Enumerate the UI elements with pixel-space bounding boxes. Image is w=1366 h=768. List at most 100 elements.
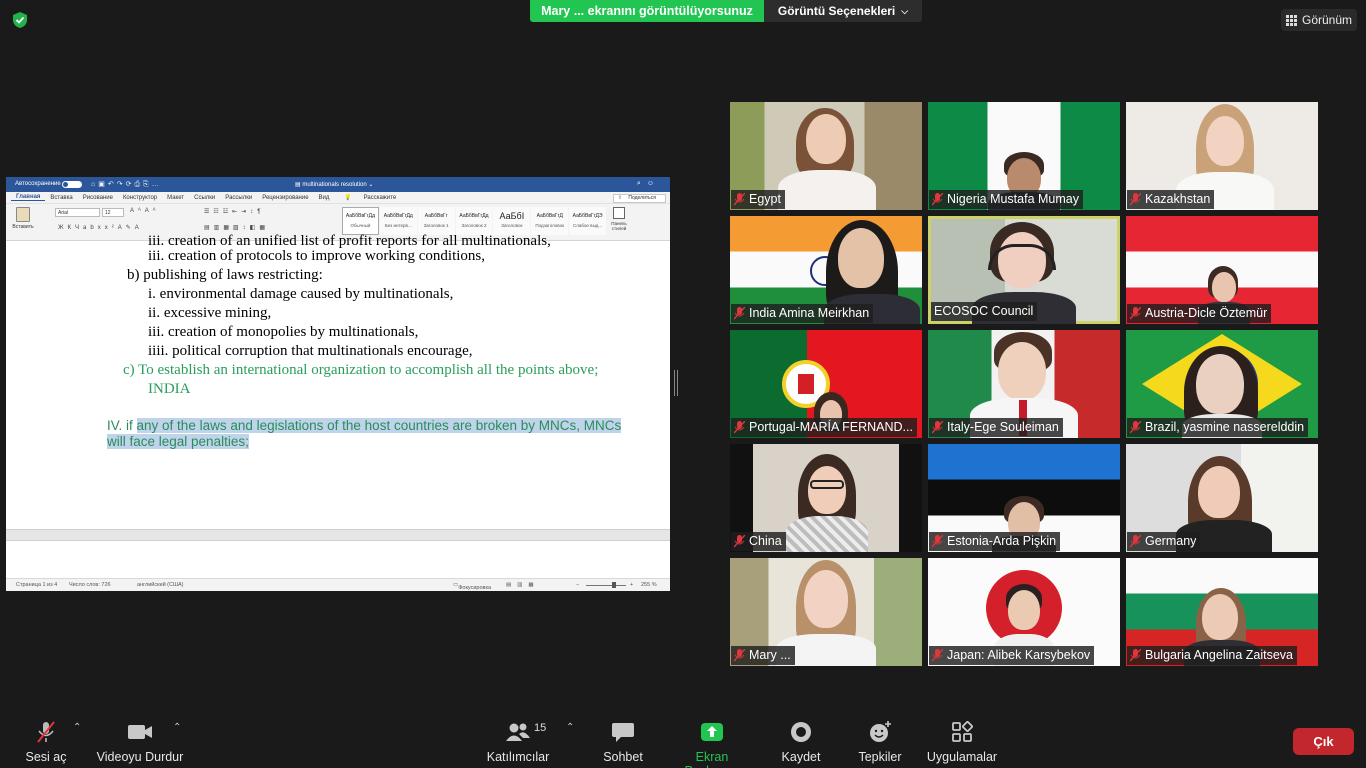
alignment-icons[interactable]: ▤▥▦▧↕◧▦ xyxy=(204,224,269,231)
reactions-label: Tepkiler xyxy=(858,750,902,764)
document-page-2[interactable] xyxy=(6,541,670,578)
font-size-select[interactable]: 12 xyxy=(102,208,124,217)
reactions-button[interactable]: Tepkiler xyxy=(856,720,904,764)
video-tile-china[interactable]: China xyxy=(730,444,922,552)
mic-muted-icon xyxy=(1130,649,1141,662)
styles-pane-icon xyxy=(613,207,625,219)
doc-line: i. environmental damage caused by multin… xyxy=(148,286,454,302)
tab-review[interactable]: Рецензирование xyxy=(257,195,313,201)
audio-options-caret[interactable]: ⌃ xyxy=(73,722,83,733)
style-preview: АаБбВвГгДЭ xyxy=(572,213,603,219)
participants-button[interactable]: 15 Katılımcılar xyxy=(484,720,552,764)
screen-share-banner: Mary ... ekranını görüntülüyorsunuz xyxy=(530,0,764,22)
chat-bubble-icon xyxy=(612,723,634,742)
apps-icon xyxy=(952,721,973,742)
zoom-in-icon[interactable]: + xyxy=(630,582,633,588)
share-screen-button[interactable]: Ekran Paylaşımı xyxy=(668,720,756,768)
video-tile-india[interactable]: India Amina Meirkhan xyxy=(730,216,922,324)
mic-muted-icon xyxy=(37,721,55,743)
mic-muted-icon xyxy=(734,535,745,548)
participants-options-caret[interactable]: ⌃ xyxy=(566,722,576,733)
video-options-caret[interactable]: ⌃ xyxy=(173,722,183,733)
video-tile-mary[interactable]: Mary ... xyxy=(730,558,922,666)
zoom-slider-thumb[interactable] xyxy=(612,582,616,588)
tab-layout[interactable]: Макет xyxy=(162,195,189,201)
doc-line-green: c) To establish an international organiz… xyxy=(123,362,599,378)
zoom-slider[interactable] xyxy=(586,585,626,586)
participant-name: India Amina Meirkhan xyxy=(749,306,870,320)
video-tile-estonia[interactable]: Estonia-Arda Pişkin xyxy=(928,444,1120,552)
word-share-button[interactable]: ⇪ Поделиться xyxy=(612,194,666,203)
shield-icon[interactable] xyxy=(11,11,29,29)
styles-pane-label: Панель стилей xyxy=(611,221,627,231)
font-name-select[interactable]: Arial xyxy=(55,208,100,217)
view-options-button[interactable]: Görüntü Seçenekleri ⌵ xyxy=(764,0,922,22)
style-no-spacing[interactable]: АаБбВвГгДд Без интерв... xyxy=(379,207,417,235)
style-title[interactable]: АаБбI Заголовок xyxy=(493,207,531,235)
text-style-icons[interactable]: ЖКЧabxx²A✎A xyxy=(58,224,143,231)
paste-label: Вставить xyxy=(12,224,34,230)
style-heading-2[interactable]: АаБбВвГгДд Заголовок 2 xyxy=(455,207,493,235)
video-tile-nigeria[interactable]: Nigeria Mustafa Mumay xyxy=(928,102,1120,210)
style-preview: АаБбВвГгДд xyxy=(459,213,489,219)
video-tile-germany[interactable]: Germany xyxy=(1126,444,1318,552)
view-layout-button[interactable]: Görünüm xyxy=(1281,9,1357,31)
style-subtitle[interactable]: АаБбВвГгД Подзаголовок xyxy=(531,207,569,235)
chat-button[interactable]: Sohbet xyxy=(601,720,645,764)
status-words: Число слов: 726 xyxy=(69,582,111,588)
styles-pane-button[interactable]: Панель стилей xyxy=(607,207,631,237)
focus-mode-button[interactable]: ▭ Фокусировка xyxy=(453,582,491,591)
video-tile-ecosoc-active-speaker[interactable]: ECOSOC Council xyxy=(928,216,1120,324)
record-label: Kaydet xyxy=(781,750,821,764)
participant-name: Italy-Ege Souleiman xyxy=(947,420,1059,434)
video-tile-italy[interactable]: Italy-Ege Souleiman xyxy=(928,330,1120,438)
zoom-out-icon[interactable]: − xyxy=(576,582,579,588)
participant-label: Egypt xyxy=(731,190,785,209)
style-subtle-emphasis[interactable]: АаБбВвГгДЭ Слабое выд... xyxy=(569,207,607,235)
tab-tell-me[interactable]: 💡 Расскажите xyxy=(334,194,406,201)
video-tile-brazil[interactable]: Brazil, yasmine nasserelddin xyxy=(1126,330,1318,438)
participants-icon xyxy=(506,723,530,741)
quick-access-icons[interactable]: ⌂▣↶↷⟳⎙⎘… xyxy=(91,180,162,189)
video-tile-egypt[interactable]: Egypt xyxy=(730,102,922,210)
shared-word-window[interactable]: Автосохранение ⌂▣↶↷⟳⎙⎘… ▤ multinationals… xyxy=(6,177,670,591)
video-tile-japan[interactable]: Japan: Alibek Karsybekov xyxy=(928,558,1120,666)
mic-muted-icon xyxy=(1130,193,1141,206)
apps-button[interactable]: Uygulamalar xyxy=(926,720,998,764)
list-icons[interactable]: ☰☷☳⇤⇥↕¶ xyxy=(204,208,264,215)
view-mode-icons[interactable]: ▤▥▦ xyxy=(506,582,540,588)
record-button[interactable]: Kaydet xyxy=(778,720,824,764)
autosave-toggle[interactable] xyxy=(62,181,82,188)
tab-draw[interactable]: Рисование xyxy=(78,195,118,201)
split-divider-handle[interactable] xyxy=(674,370,678,396)
tab-home[interactable]: Главная xyxy=(11,194,46,201)
mic-muted-icon xyxy=(932,193,943,206)
doc-line: b) publishing of laws restricting: xyxy=(127,267,323,283)
word-status-bar: Страница 1 из 4 Число слов: 726 английск… xyxy=(6,578,670,591)
title-right-icons[interactable]: ⌕☺ xyxy=(637,180,660,188)
tab-design[interactable]: Конструктор xyxy=(118,195,162,201)
paste-button[interactable]: Вставить xyxy=(10,207,36,237)
participant-name: China xyxy=(749,534,782,548)
video-tile-austria[interactable]: Austria-Dicle Öztemür xyxy=(1126,216,1318,324)
share-screen-icon xyxy=(701,723,723,741)
tab-references[interactable]: Ссылки xyxy=(189,195,220,201)
tab-insert[interactable]: Вставка xyxy=(45,195,77,201)
mic-muted-icon xyxy=(734,421,745,434)
document-page[interactable]: iii. creation of an unified list of prof… xyxy=(6,233,670,529)
leave-meeting-button[interactable]: Çık xyxy=(1293,728,1354,755)
tab-view[interactable]: Вид xyxy=(314,195,335,201)
stop-video-button[interactable]: Videoyu Durdur xyxy=(96,720,184,764)
style-normal[interactable]: АаБбВвГгДд Обычный xyxy=(342,207,379,235)
style-preview: АаБбВвГгДд xyxy=(383,213,413,219)
font-format-icons[interactable]: AᴬAᴬ xyxy=(130,208,159,214)
video-tile-portugal[interactable]: Portugal-MARÍA FERNAND... xyxy=(730,330,922,438)
participant-name: Egypt xyxy=(749,192,781,206)
focus-label: Фокусировка xyxy=(458,585,492,591)
unmute-button[interactable]: Sesi aç xyxy=(24,720,68,764)
style-heading-1[interactable]: АаБбВвГг Заголовок 1 xyxy=(417,207,455,235)
video-tile-kazakhstan[interactable]: Kazakhstan xyxy=(1126,102,1318,210)
video-tile-bulgaria[interactable]: Bulgaria Angelina Zaitseva xyxy=(1126,558,1318,666)
tab-mailings[interactable]: Рассылки xyxy=(220,195,257,201)
participant-label: Germany xyxy=(1127,532,1201,551)
